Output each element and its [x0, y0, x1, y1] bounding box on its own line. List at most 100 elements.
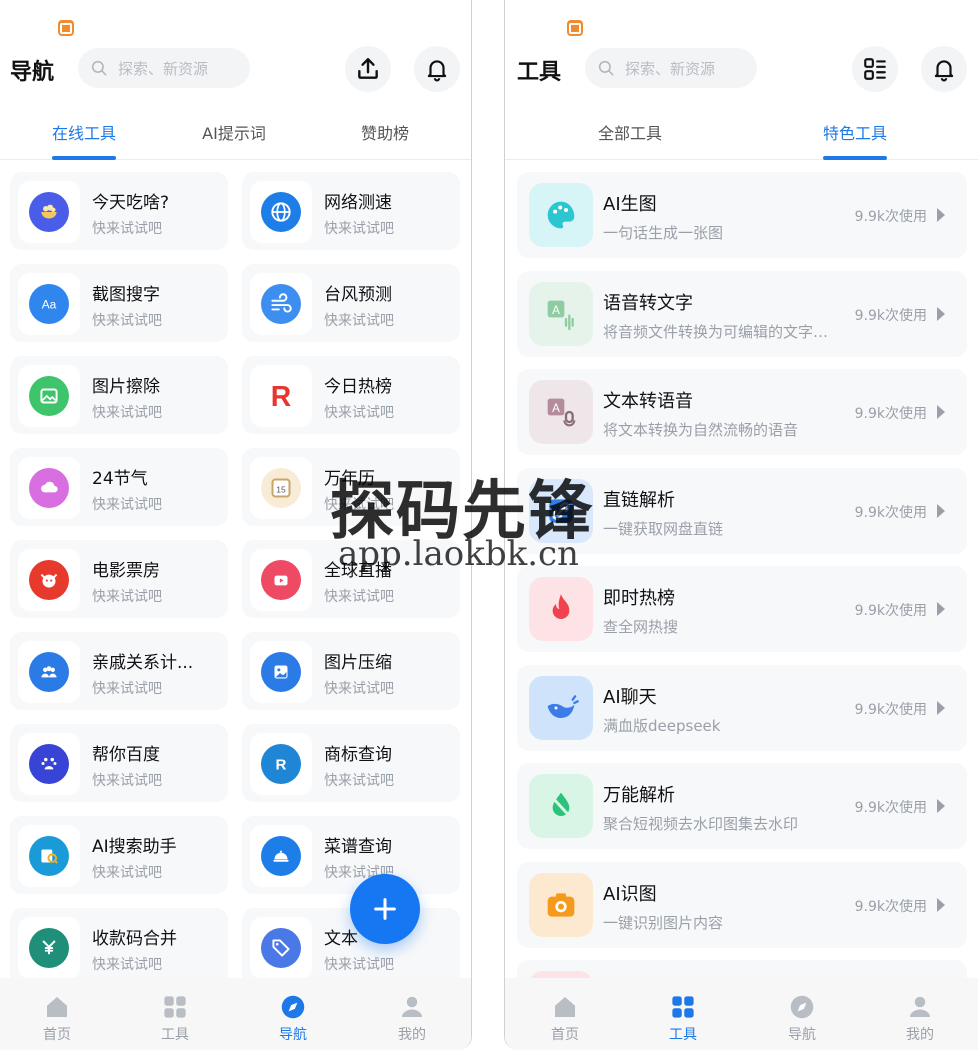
flame-icon — [529, 577, 593, 641]
tool-subtitle: 快来试试吧 — [92, 957, 162, 973]
cat-logo-icon — [29, 560, 69, 600]
play-arrow-icon[interactable] — [937, 799, 945, 813]
nav-item-compass[interactable]: 导航 — [772, 990, 832, 1044]
tool-name: 全球直播 — [324, 561, 392, 581]
tool-name: 网络测速 — [324, 193, 392, 213]
nav-item-user[interactable]: 我的 — [890, 990, 950, 1044]
tool-card[interactable]: R 商标查询 快来试试吧 — [242, 724, 460, 802]
globe-icon — [261, 192, 301, 232]
tool-subtitle: 快来试试吧 — [324, 313, 394, 329]
tool-subtitle: 查全网热搜 — [603, 618, 679, 636]
play-arrow-icon[interactable] — [937, 897, 945, 912]
grid-icon — [653, 992, 713, 1022]
nav-item-grid[interactable]: 工具 — [145, 990, 205, 1044]
list-grid-icon — [864, 58, 886, 80]
upload-button[interactable] — [345, 46, 391, 92]
text-aa-icon: Aa — [29, 284, 69, 324]
image-erase-icon — [29, 376, 69, 416]
nav-item-compass[interactable]: 导航 — [263, 990, 323, 1044]
tool-card[interactable]: 网络测速 快来试试吧 — [242, 172, 460, 250]
tool-card[interactable]: AI搜索助手 快来试试吧 — [10, 816, 228, 894]
tool-name: 台风预测 — [324, 285, 392, 305]
play-arrow-icon[interactable] — [937, 306, 945, 321]
category-list-button[interactable] — [852, 46, 898, 92]
play-arrow-icon[interactable] — [937, 405, 945, 419]
ai-search-icon — [29, 836, 69, 876]
tool-icon-box: R — [250, 365, 312, 427]
tool-card[interactable]: R 今日热榜 快来试试吧 — [242, 356, 460, 434]
nav-label: 工具 — [161, 1027, 189, 1043]
tool-card[interactable]: 电影票房 快来试试吧 — [10, 540, 228, 618]
add-button[interactable] — [350, 874, 420, 944]
notification-app-icon — [567, 20, 583, 36]
nav-item-home[interactable]: 首页 — [27, 990, 87, 1044]
nav-label: 我的 — [398, 1027, 426, 1043]
tool-icon-box: 15 — [250, 457, 312, 519]
tab-online-tools[interactable]: 在线工具 — [52, 120, 116, 144]
yuan-download-icon — [29, 928, 69, 968]
featured-tool-card[interactable]: A 文本转语音 将文本转换为自然流畅的语音 9.9k次使用 — [517, 369, 967, 455]
nav-item-grid[interactable]: 工具 — [653, 990, 713, 1044]
featured-tool-card[interactable]: AI生图 一句话生成一张图 9.9k次使用 — [517, 172, 967, 258]
tool-card[interactable]: 帮你百度 快来试试吧 — [10, 724, 228, 802]
play-arrow-icon[interactable] — [937, 208, 945, 222]
featured-tool-card[interactable]: A 语音转文字 将音频文件转换为可编辑的文字… 9.9k次使用 — [517, 270, 967, 357]
nav-item-user[interactable]: 我的 — [382, 990, 442, 1044]
tool-name: AI搜索助手 — [92, 837, 177, 857]
tool-card[interactable]: 今天吃啥? 快来试试吧 — [10, 172, 228, 250]
featured-tool-card[interactable]: AI聊天 满血版deepseek 9.9k次使用 — [517, 664, 967, 751]
usage-count: 9.9k次使用 — [854, 701, 927, 718]
tab-featured-tools[interactable]: 特色工具 — [823, 120, 887, 144]
featured-tool-card[interactable]: 直链解析 一键获取网盘直链 9.9k次使用 — [517, 467, 967, 554]
tool-card[interactable]: 全球直播 快来试试吧 — [242, 540, 460, 618]
tool-name: 帮你百度 — [92, 745, 160, 765]
page-title: 导航 — [10, 60, 55, 85]
tool-card[interactable]: Aa 截图搜字 快来试试吧 — [10, 264, 228, 342]
registered-icon: R — [261, 744, 301, 784]
tool-card[interactable]: 亲戚关系计... 快来试试吧 — [10, 632, 228, 710]
usage-count: 9.9k次使用 — [854, 209, 927, 225]
tool-card[interactable]: 收款码合并 快来试试吧 — [10, 908, 228, 986]
notification-button[interactable] — [414, 46, 460, 92]
featured-tool-card[interactable]: AI识图 一键识别图片内容 9.9k次使用 — [517, 861, 967, 948]
search-icon — [598, 60, 614, 76]
tool-card[interactable]: 台风预测 快来试试吧 — [242, 264, 460, 342]
tool-card[interactable]: 24节气 快来试试吧 — [10, 448, 228, 526]
tool-card[interactable]: 图片压缩 快来试试吧 — [242, 632, 460, 710]
speech-to-text-icon: A — [529, 281, 593, 346]
search-input[interactable]: 探索、新资源 — [585, 48, 757, 88]
play-arrow-icon[interactable] — [937, 503, 945, 518]
tab-sponsors[interactable]: 赞助榜 — [361, 120, 409, 144]
play-arrow-icon[interactable] — [937, 700, 945, 715]
tool-name: 万年历 — [324, 469, 375, 489]
tool-subtitle: 将音频文件转换为可编辑的文字… — [603, 322, 829, 341]
header: 导航 探索、新资源 — [0, 44, 471, 94]
tool-card[interactable]: 15 万年历 快来试试吧 — [242, 448, 460, 526]
r-logo-icon: R — [261, 376, 301, 416]
tool-name: 文本 — [324, 929, 358, 949]
tool-name: 商标查询 — [324, 745, 392, 765]
tool-name: 即时热榜 — [603, 588, 675, 609]
header: 工具 探索、新资源 — [505, 44, 978, 94]
tab-ai-prompts[interactable]: AI提示词 — [202, 120, 266, 144]
featured-tool-card[interactable]: 万能解析 聚合短视频去水印图集去水印 9.9k次使用 — [517, 763, 967, 849]
tab-all-tools[interactable]: 全部工具 — [598, 120, 662, 144]
featured-tool-card[interactable]: 即时热榜 查全网热搜 9.9k次使用 — [517, 566, 967, 652]
upload-icon — [358, 58, 378, 79]
play-arrow-icon[interactable] — [937, 602, 945, 616]
tool-card[interactable]: 图片擦除 快来试试吧 — [10, 356, 228, 434]
tool-subtitle: 快来试试吧 — [324, 221, 394, 237]
tool-name: 语音转文字 — [603, 292, 693, 314]
nav-label: 导航 — [279, 1027, 307, 1043]
wind-icon — [261, 284, 301, 324]
tool-subtitle: 快来试试吧 — [92, 865, 162, 881]
family-icon — [29, 652, 69, 692]
baidu-paw-icon — [29, 744, 69, 784]
nav-item-home[interactable]: 首页 — [535, 990, 595, 1044]
tool-subtitle: 快来试试吧 — [324, 589, 394, 605]
tool-card[interactable]: 菜谱查询 快来试试吧 — [242, 816, 460, 894]
cloud-icon — [29, 468, 69, 508]
calendar-icon: 15 — [261, 468, 301, 508]
search-input[interactable]: 探索、新资源 — [78, 48, 250, 88]
notification-button[interactable] — [921, 46, 967, 92]
